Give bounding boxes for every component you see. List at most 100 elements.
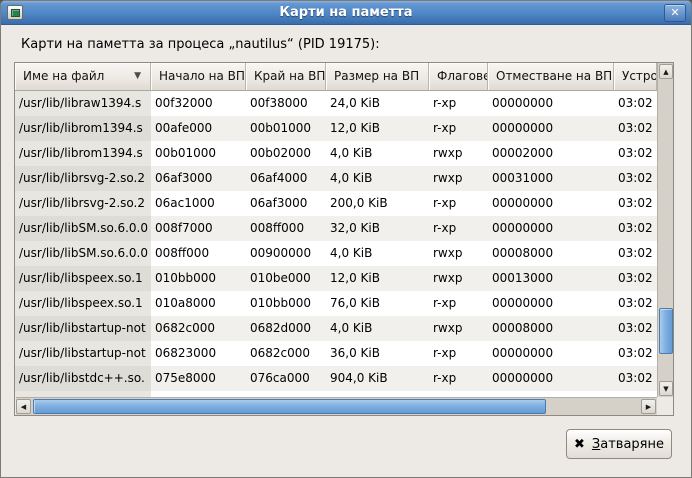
table-cell: 904,0 KiB <box>326 366 429 391</box>
column-header-3[interactable]: Размер на ВП <box>326 63 429 91</box>
table-cell: 00f32000 <box>151 91 246 116</box>
table-cell: 4,0 KiB <box>326 241 429 266</box>
sort-indicator-icon: ▼ <box>134 63 141 90</box>
scroll-down-button[interactable]: ▼ <box>659 381 673 396</box>
table-cell: 03:02 <box>614 141 657 166</box>
table-cell: rwxp <box>429 316 488 341</box>
table-cell: 00000000 <box>488 191 614 216</box>
table-cell: /usr/lib/libraw1394.s <box>15 91 151 116</box>
table-row[interactable]: /usr/lib/librsvg-2.so.206af300006af40004… <box>15 166 657 191</box>
scroll-up-button[interactable]: ▲ <box>659 64 673 79</box>
table-cell: 32,0 KiB <box>326 216 429 241</box>
table-cell: 00013000 <box>488 266 614 291</box>
column-header-1[interactable]: Начало на ВП <box>151 63 246 91</box>
table-cell: 00008000 <box>488 316 614 341</box>
table-cell: rwxp <box>429 141 488 166</box>
scroll-right-button[interactable]: ▶ <box>641 399 656 414</box>
memory-maps-table: Име на файл▼Начало на ВПКрай на ВПРазмер… <box>14 62 674 416</box>
table-cell: 12,0 KiB <box>326 116 429 141</box>
horizontal-scrollbar[interactable]: ◀ ▶ <box>16 397 657 415</box>
table-cell: 06823000 <box>151 341 246 366</box>
table-cell: 4,0 KiB <box>326 141 429 166</box>
column-header-2[interactable]: Край на ВП <box>246 63 326 91</box>
vertical-scrollbar[interactable]: ▲ ▼ <box>657 63 673 397</box>
table-cell: 200,0 KiB <box>326 191 429 216</box>
table-body: /usr/lib/libraw1394.s00f3200000f3800024,… <box>15 91 657 397</box>
table-cell: 06af3000 <box>246 191 326 216</box>
table-cell: 00b02000 <box>246 141 326 166</box>
table-cell: 00000000 <box>488 216 614 241</box>
table-cell: /usr/lib/libstdc++.so. <box>15 366 151 391</box>
table-cell: 0682c000 <box>151 316 246 341</box>
table-cell: 0682c000 <box>246 341 326 366</box>
table-row[interactable]: /usr/lib/libstartup-not0682c0000682d0004… <box>15 316 657 341</box>
table-row[interactable]: /usr/lib/libspeex.so.1010a8000010bb00076… <box>15 291 657 316</box>
table-cell: /usr/lib/libSM.so.6.0.0 <box>15 241 151 266</box>
table-cell: 010bb000 <box>151 266 246 291</box>
table-cell: 03:02 <box>614 341 657 366</box>
table-row[interactable]: /usr/lib/libspeex.so.1010bb000010be00012… <box>15 266 657 291</box>
table-cell: 03:02 <box>614 216 657 241</box>
table-cell: r-xp <box>429 116 488 141</box>
table-cell: 008ff000 <box>151 241 246 266</box>
horizontal-scrollbar-thumb[interactable] <box>33 399 546 414</box>
table-cell: 00b01000 <box>246 116 326 141</box>
table-cell: 00000000 <box>488 291 614 316</box>
table-cell: 008ff000 <box>246 216 326 241</box>
table-cell: /usr/lib/libSM.so.6.0.0 <box>15 216 151 241</box>
column-header-0[interactable]: Име на файл▼ <box>15 63 151 91</box>
table-cell: 00000000 <box>488 116 614 141</box>
table-cell: 03:02 <box>614 366 657 391</box>
table-header-row: Име на файл▼Начало на ВПКрай на ВПРазмер… <box>15 63 657 91</box>
column-header-4[interactable]: Флагове <box>429 63 488 91</box>
table-cell: 00000000 <box>488 366 614 391</box>
table-row[interactable]: /usr/lib/libSM.so.6.0.0008f7000008ff0003… <box>15 216 657 241</box>
table-cell: r-xp <box>429 291 488 316</box>
table-cell: /usr/lib/libstartup-not <box>15 341 151 366</box>
table-cell: 36,0 KiB <box>326 341 429 366</box>
table-cell: 06ac1000 <box>151 191 246 216</box>
vertical-scrollbar-thumb[interactable] <box>659 308 673 354</box>
table-cell: 010bb000 <box>246 291 326 316</box>
table-row[interactable]: /usr/lib/libSM.so.6.0.0008ff000009000004… <box>15 241 657 266</box>
table-cell: 76,0 KiB <box>326 291 429 316</box>
table-row[interactable]: /usr/lib/librsvg-2.so.206ac100006af30002… <box>15 191 657 216</box>
table-cell: /usr/lib/libspeex.so.1 <box>15 266 151 291</box>
titlebar[interactable]: Карти на паметта ✕ <box>1 1 691 25</box>
table-cell: 00000000 <box>488 341 614 366</box>
process-info-label: Карти на паметта за процеса „nautilus“ (… <box>21 37 380 52</box>
close-button[interactable]: ✖ Затваряне <box>566 429 672 459</box>
table-cell: /usr/lib/librom1394.s <box>15 116 151 141</box>
table-cell: 010a8000 <box>151 291 246 316</box>
table-cell: r-xp <box>429 91 488 116</box>
table-cell: /usr/lib/libspeex.so.1 <box>15 291 151 316</box>
table-row[interactable]: /usr/lib/librom1394.s00afe00000b0100012,… <box>15 116 657 141</box>
table-cell: 03:02 <box>614 241 657 266</box>
table-cell: 12,0 KiB <box>326 266 429 291</box>
table-row[interactable]: /usr/lib/libstartup-not068230000682c0003… <box>15 341 657 366</box>
table-cell: 00031000 <box>488 166 614 191</box>
table-cell: 010be000 <box>246 266 326 291</box>
table-cell: 03:02 <box>614 191 657 216</box>
table-row[interactable]: /usr/lib/libstdc++.so.075e8000076ca00090… <box>15 366 657 391</box>
table-cell: rwxp <box>429 166 488 191</box>
scroll-left-button[interactable]: ◀ <box>16 399 31 414</box>
memory-maps-dialog: Карти на паметта ✕ Карти на паметта за п… <box>0 0 692 478</box>
table-cell: r-xp <box>429 216 488 241</box>
window-title: Карти на паметта <box>1 1 691 25</box>
table-cell: 00afe000 <box>151 116 246 141</box>
table-cell: 03:02 <box>614 266 657 291</box>
table-cell: rwxp <box>429 241 488 266</box>
close-x-icon: ✖ <box>574 438 585 451</box>
titlebar-close-button[interactable]: ✕ <box>664 4 686 22</box>
table-cell: 008f7000 <box>151 216 246 241</box>
column-header-5[interactable]: Отместване на ВП <box>488 63 614 91</box>
table-cell: r-xp <box>429 191 488 216</box>
table-cell: 00f38000 <box>246 91 326 116</box>
table-row[interactable]: /usr/lib/librom1394.s00b0100000b020004,0… <box>15 141 657 166</box>
table-cell: /usr/lib/libstartup-not <box>15 316 151 341</box>
table-cell: 00900000 <box>246 241 326 266</box>
column-header-6[interactable]: Устро <box>614 63 657 91</box>
table-cell: rwxp <box>429 266 488 291</box>
table-row[interactable]: /usr/lib/libraw1394.s00f3200000f3800024,… <box>15 91 657 116</box>
